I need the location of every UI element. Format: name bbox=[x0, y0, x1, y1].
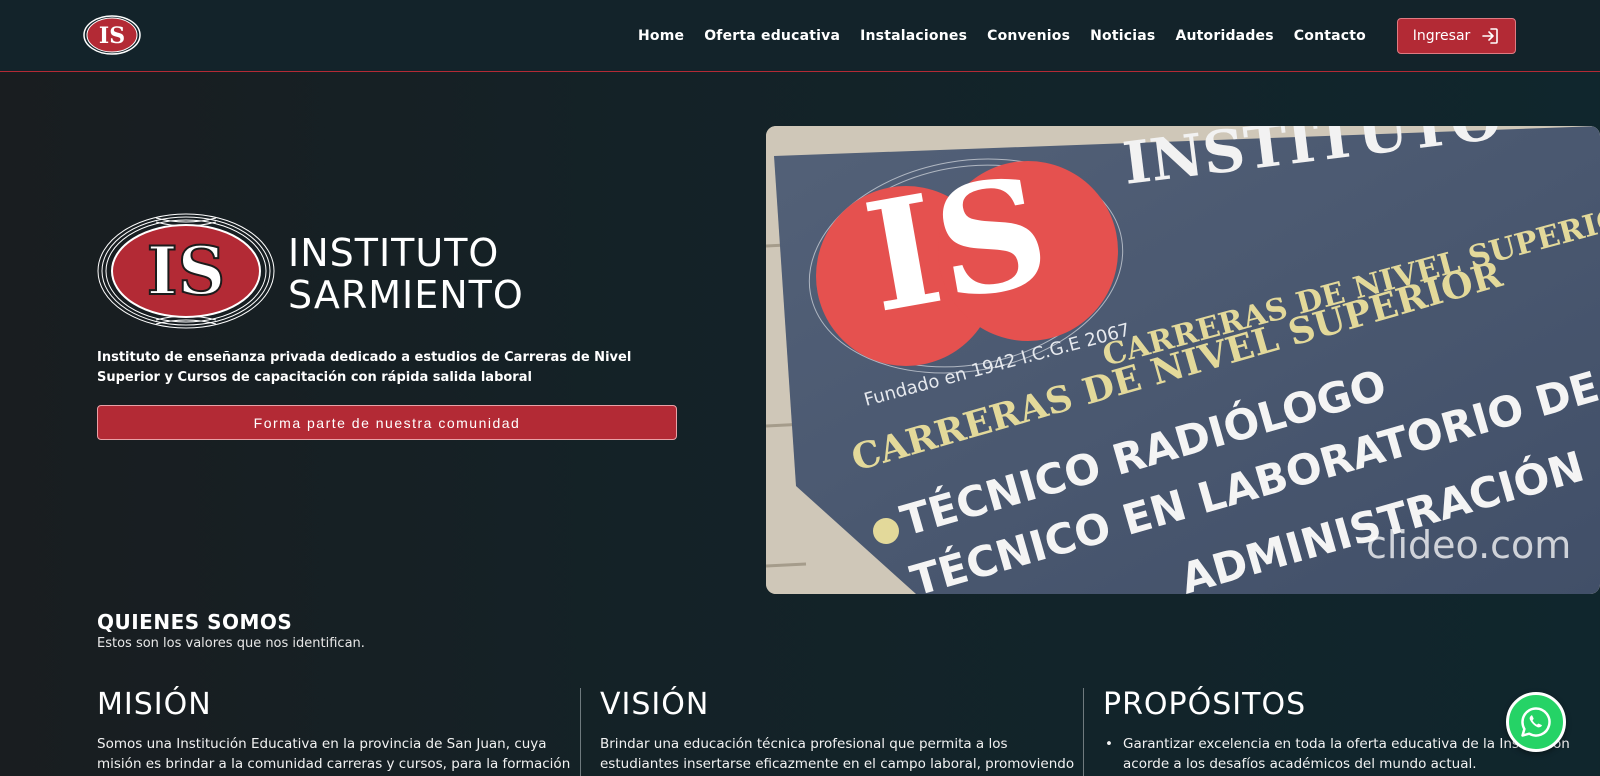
nav-oferta-educativa[interactable]: Oferta educativa bbox=[704, 28, 840, 44]
mision-text: Somos una Institución Educativa en la pr… bbox=[97, 736, 571, 772]
nav-noticias[interactable]: Noticias bbox=[1090, 28, 1155, 44]
brand-line-1: INSTITUTO bbox=[288, 231, 500, 275]
hero-brand-name: INSTITUTO SARMIENTO bbox=[288, 232, 524, 316]
nav-autoridades[interactable]: Autoridades bbox=[1175, 28, 1273, 44]
hero-image: INSTITUTO IS Fundado en 1942 I.C.G.E 206… bbox=[766, 126, 1600, 594]
nav-instalaciones[interactable]: Instalaciones bbox=[860, 28, 967, 44]
mision-title: MISIÓN bbox=[97, 687, 212, 722]
logo-icon: IS bbox=[83, 15, 141, 55]
vision-column: VISIÓN Brindar una educación técnica pro… bbox=[600, 688, 1085, 776]
join-community-button[interactable]: Forma parte de nuestra comunidad bbox=[97, 405, 677, 440]
whatsapp-button[interactable] bbox=[1506, 692, 1566, 752]
nav-convenios[interactable]: Convenios bbox=[987, 28, 1070, 44]
about-subtitle: Estos son los valores que nos identifica… bbox=[97, 636, 365, 651]
sign-photo: INSTITUTO IS Fundado en 1942 I.C.G.E 206… bbox=[766, 126, 1600, 594]
main-nav: Home Oferta educativa Instalaciones Conv… bbox=[638, 0, 1366, 72]
column-divider bbox=[1083, 688, 1084, 776]
nav-home[interactable]: Home bbox=[638, 28, 684, 44]
vision-title: VISIÓN bbox=[600, 687, 710, 722]
svg-text:IS: IS bbox=[99, 23, 125, 49]
navbar: IS Home Oferta educativa Instalaciones C… bbox=[0, 0, 1600, 72]
mision-column: MISIÓN Somos una Institución Educativa e… bbox=[97, 688, 582, 776]
svg-text:IS: IS bbox=[147, 232, 226, 310]
vision-text: Brindar una educación técnica profesiona… bbox=[600, 736, 1075, 772]
column-divider bbox=[580, 688, 581, 776]
login-label: Ingresar bbox=[1412, 28, 1471, 44]
login-button[interactable]: Ingresar bbox=[1397, 18, 1516, 54]
sign-in-icon bbox=[1482, 28, 1499, 44]
nav-contacto[interactable]: Contacto bbox=[1294, 28, 1366, 44]
svg-text:clideo.com: clideo.com bbox=[1366, 523, 1571, 567]
hero-logo: IS bbox=[96, 212, 276, 330]
brand-line-2: SARMIENTO bbox=[288, 273, 524, 317]
whatsapp-icon bbox=[1521, 707, 1551, 737]
svg-text:IS: IS bbox=[854, 143, 1060, 347]
brand-logo-icon: IS bbox=[97, 213, 275, 329]
hero-description: Instituto de enseñanza privada dedicado … bbox=[97, 350, 632, 385]
about-title: QUIENES SOMOS bbox=[97, 610, 293, 634]
nav-logo[interactable]: IS bbox=[82, 14, 142, 56]
